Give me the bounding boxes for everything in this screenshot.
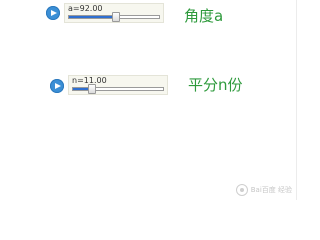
slider-n[interactable]: n=11.00: [68, 75, 168, 95]
slider-a-fill: [69, 16, 116, 18]
divider: [296, 0, 297, 200]
caption-angle-a: 角度a: [184, 7, 224, 25]
caption-divide-n: 平分n份: [188, 76, 243, 94]
play-icon[interactable]: [50, 79, 64, 93]
watermark: Bai百度 经验: [235, 184, 292, 196]
slider-a-label: a=92.00: [68, 4, 103, 13]
slider-a[interactable]: a=92.00: [64, 3, 164, 23]
watermark-text: Bai百度 经验: [250, 186, 292, 194]
play-icon[interactable]: [46, 6, 60, 20]
slider-n-thumb[interactable]: [87, 84, 96, 94]
canvas: a=92.00 角度a n=11.00 平分n份 Bai百度 经验: [0, 0, 300, 200]
slider-n-track[interactable]: [72, 84, 164, 94]
slider-a-thumb[interactable]: [111, 12, 120, 22]
slider-a-track[interactable]: [68, 12, 160, 22]
paw-icon: [235, 184, 248, 196]
